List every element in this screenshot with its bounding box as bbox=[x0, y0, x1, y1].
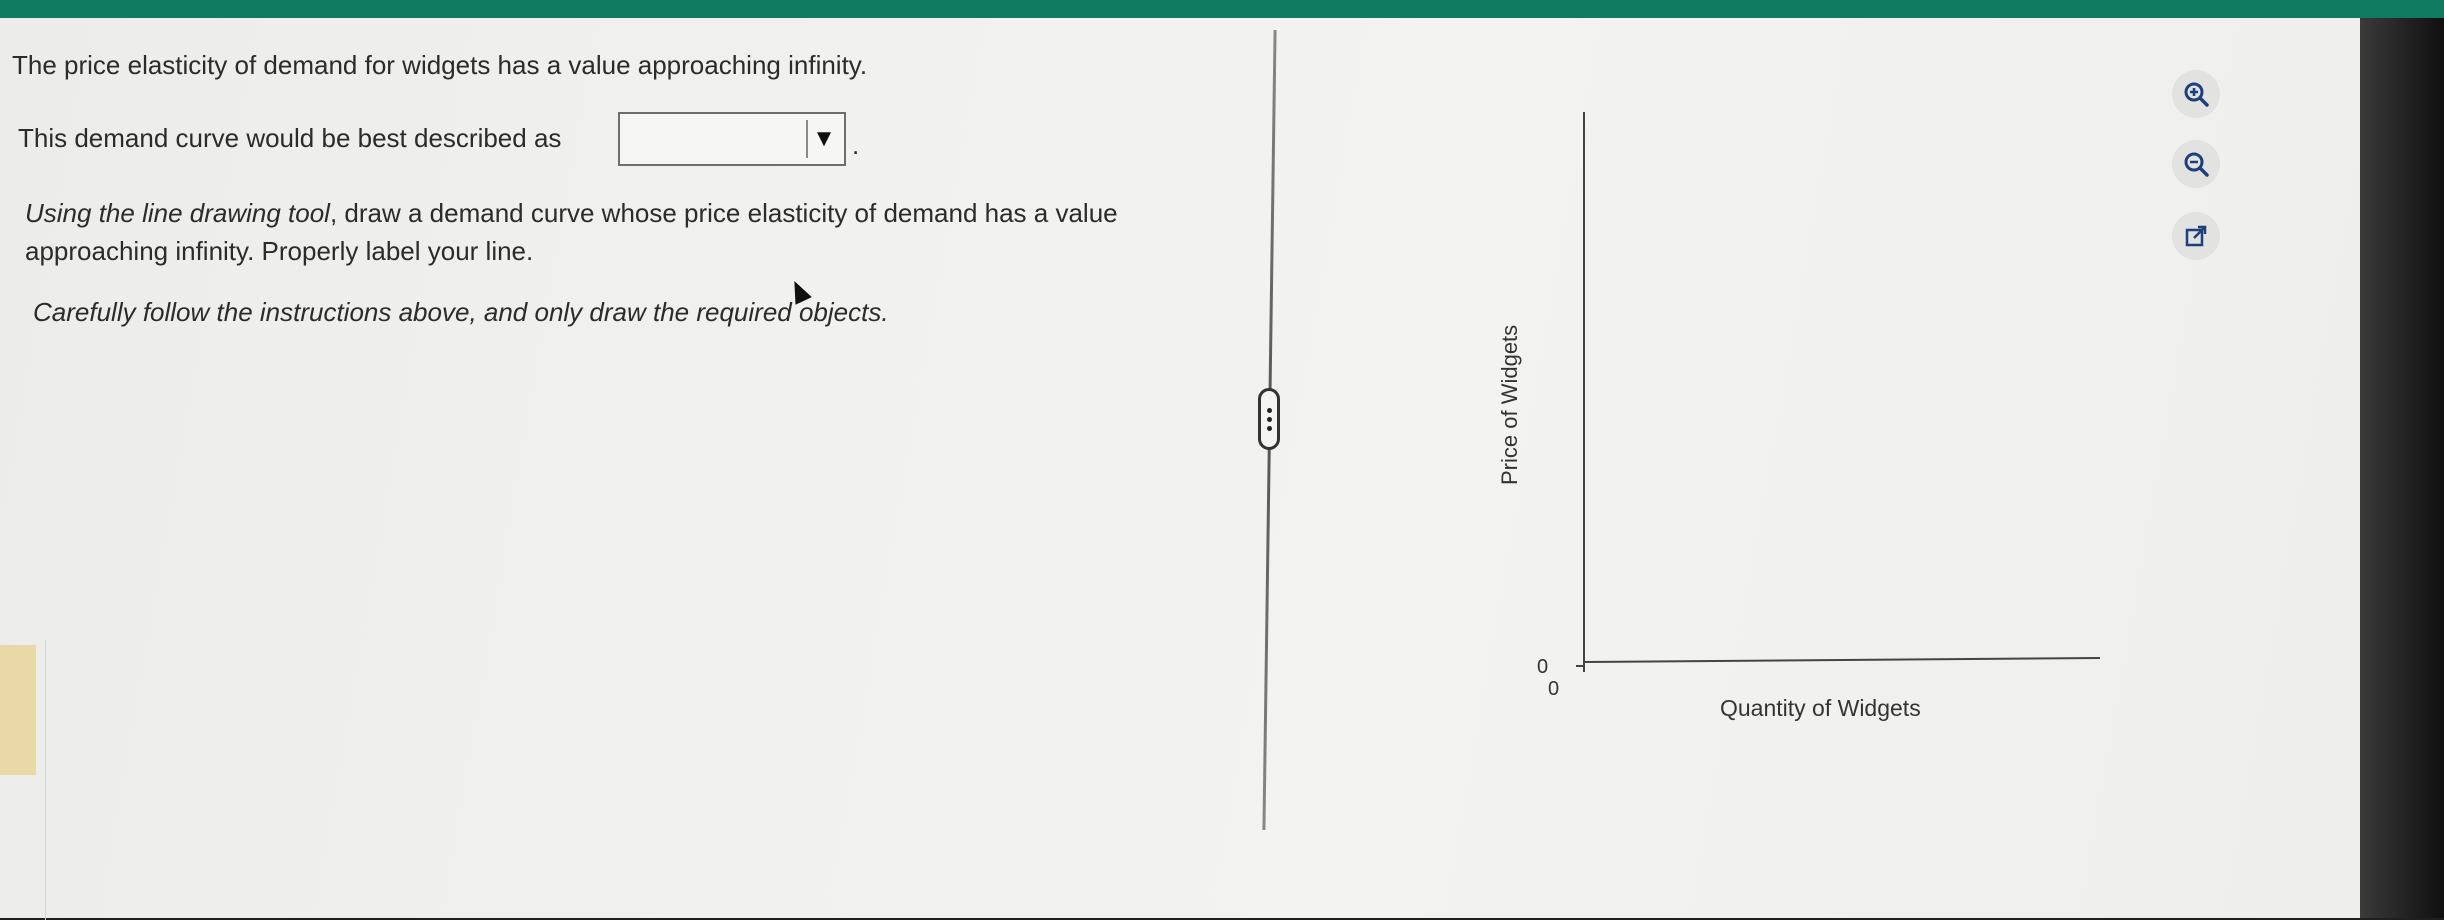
zoom-out-button[interactable] bbox=[2172, 140, 2220, 188]
drawing-instruction: Using the line drawing tool, draw a dema… bbox=[25, 194, 1205, 270]
y-origin-label: 0 bbox=[1537, 656, 1549, 678]
sentence-period: . bbox=[852, 130, 860, 160]
caution-note: Carefully follow the instructions above,… bbox=[33, 297, 889, 327]
popout-button[interactable] bbox=[2172, 212, 2220, 260]
screen-bezel bbox=[2360, 18, 2444, 918]
y-axis-label: Price of Widgets bbox=[1497, 324, 1522, 485]
x-axis-label: Quantity of Widgets bbox=[1720, 695, 1921, 721]
answer-dropdown[interactable]: ▼ bbox=[618, 112, 846, 166]
instruction-tool-reference: Using the line drawing tool bbox=[25, 198, 330, 228]
zoom-out-icon bbox=[2184, 152, 2209, 177]
question-statement: The price elasticity of demand for widge… bbox=[12, 50, 868, 80]
zoom-in-button[interactable] bbox=[2172, 70, 2220, 118]
x-axis bbox=[1583, 657, 2101, 663]
zoom-in-icon bbox=[2184, 82, 2209, 107]
left-side-tab[interactable] bbox=[0, 645, 36, 775]
top-bar bbox=[0, 0, 2444, 18]
chevron-down-icon[interactable]: ▼ bbox=[806, 120, 840, 158]
divider-drag-handle[interactable] bbox=[1258, 388, 1280, 450]
x-origin-label: 0 bbox=[1548, 678, 1560, 700]
left-panel-border bbox=[45, 640, 46, 920]
external-link-icon bbox=[2185, 225, 2207, 247]
dropdown-prompt: This demand curve would be best describe… bbox=[18, 123, 562, 153]
graph-canvas[interactable] bbox=[1490, 100, 2110, 700]
